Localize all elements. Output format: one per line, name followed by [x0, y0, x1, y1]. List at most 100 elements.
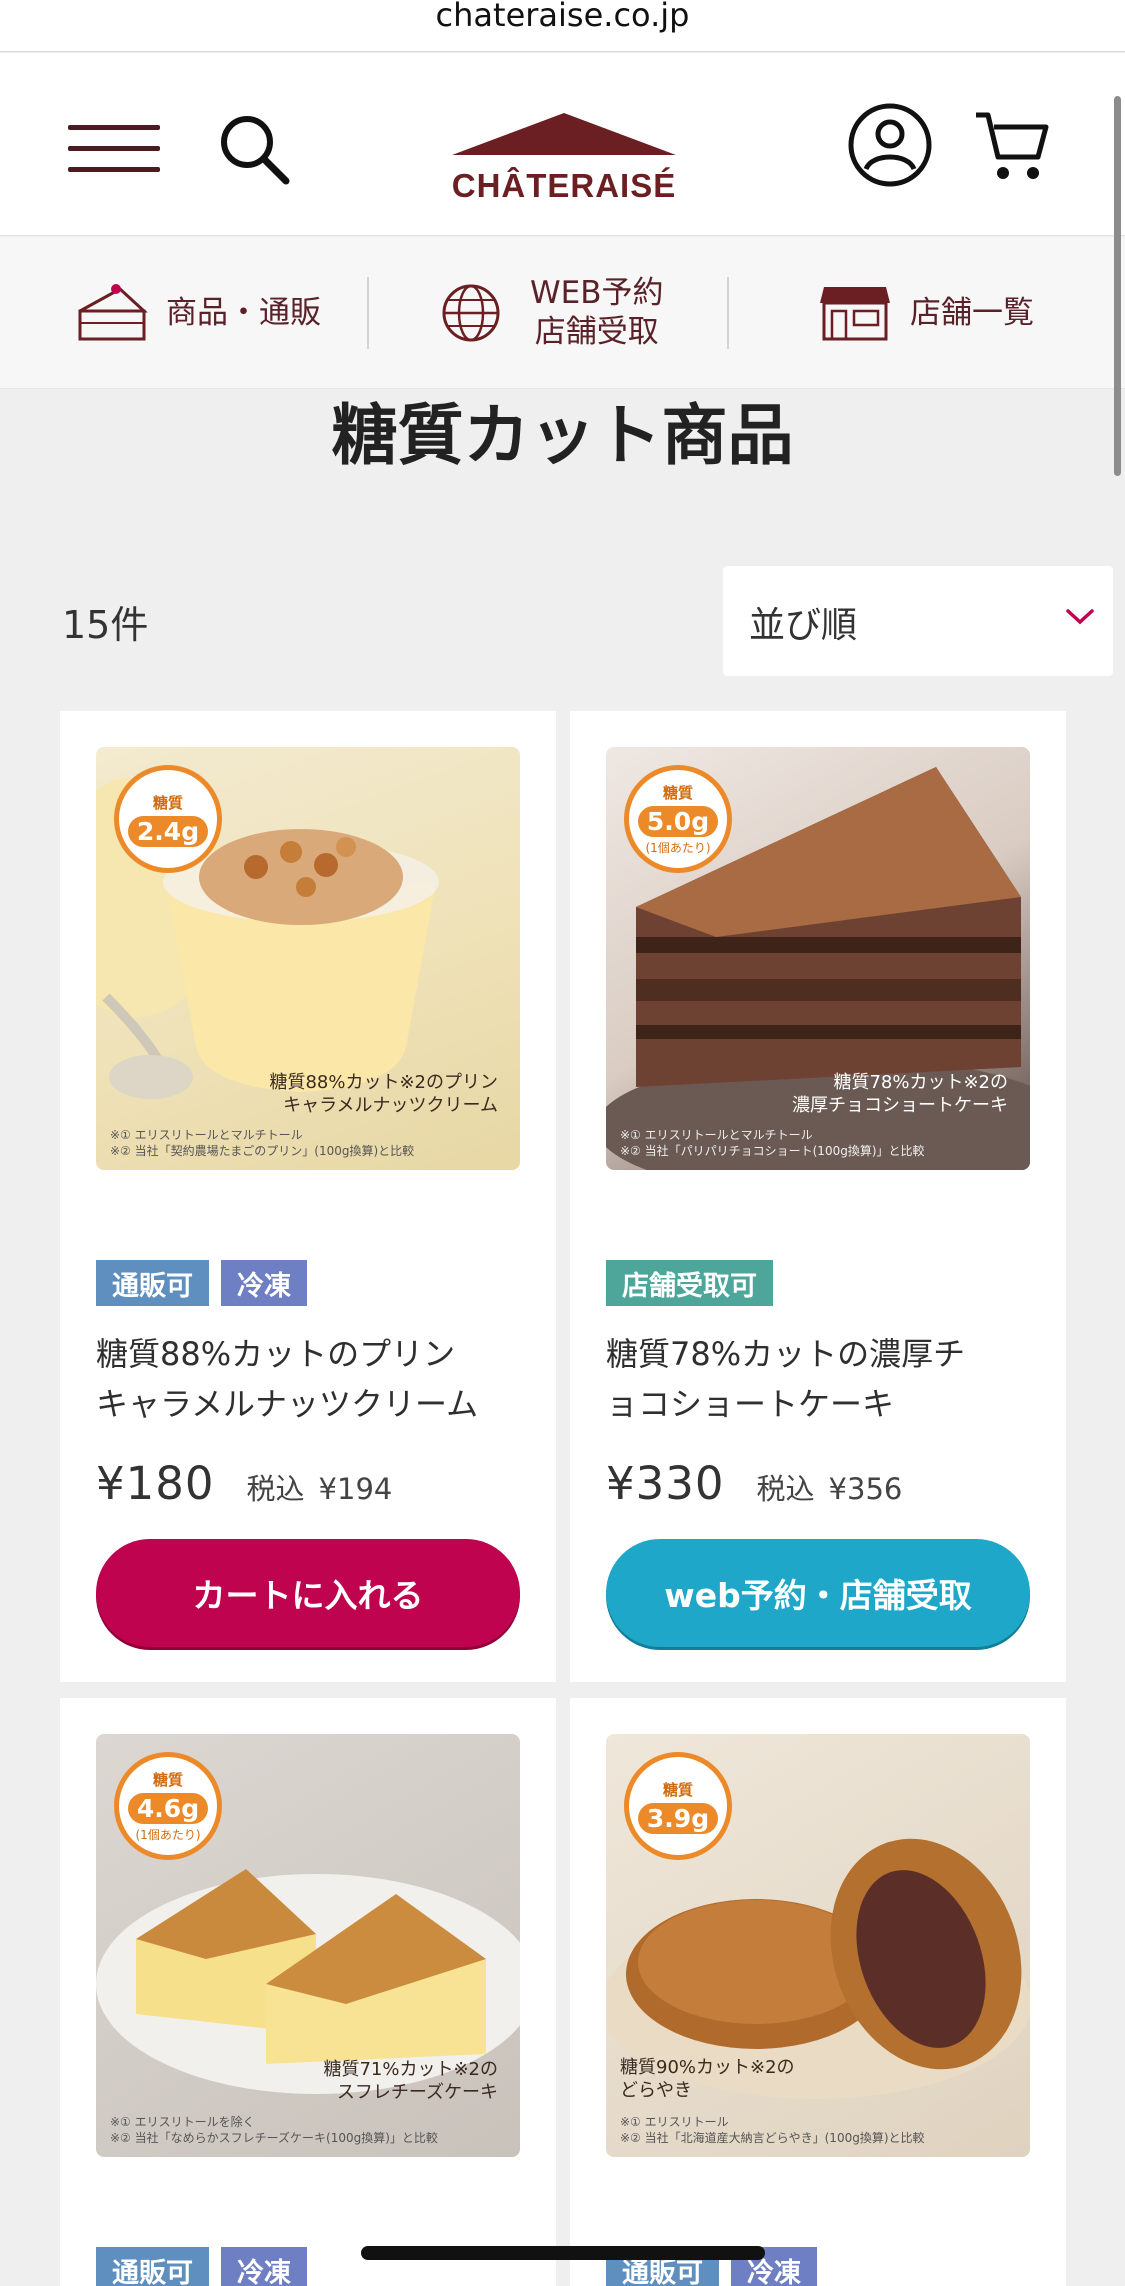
badge-sub: (1個あたり) [135, 1828, 201, 1842]
product-card: 糖質 5.0g (1個あたり) 糖質78%カット※2の 濃厚チョコショートケーキ… [570, 711, 1066, 1682]
nav-label-products: 商品・通販 [166, 294, 321, 331]
product-image[interactable]: 糖質 2.4g 糖質88%カット※2のプリン キャラメルナッツクリーム ※① エ… [96, 747, 520, 1170]
image-note-line: ※② 当社「北海道産大納言どらやき」(100g換算)と比較 [620, 2131, 925, 2146]
tax-price: ¥194 [318, 1472, 393, 1506]
nav-item-stores[interactable]: 店舗一覧 [818, 237, 1034, 389]
nav-divider [727, 277, 729, 349]
tag-frozen: 冷凍 [221, 1260, 307, 1306]
chevron-down-icon [1066, 609, 1094, 625]
url-text: chateraise.co.jp [435, 0, 690, 34]
badge-value: 4.6g [127, 1793, 209, 1824]
badge-sub: (1個あたり) [645, 841, 711, 855]
image-caption-line: 糖質88%カット※2のプリン [269, 1072, 498, 1093]
image-caption: 糖質90%カット※2の どらやき [620, 2056, 795, 2103]
nav-item-web-reserve[interactable]: WEB予約 店舗受取 [440, 237, 664, 389]
tag-mail-order: 通販可 [96, 2247, 209, 2286]
image-caption-line: どらやき [620, 2080, 692, 2102]
url-bar[interactable]: chateraise.co.jp [0, 0, 1125, 52]
product-name-line: ョコショートケーキ [606, 1385, 895, 1423]
image-note-line: ※② 当社「契約農場たまごのプリン」(100g換算)と比較 [110, 1144, 415, 1159]
cake-icon [78, 284, 148, 341]
product-image[interactable]: 糖質 5.0g (1個あたり) 糖質78%カット※2の 濃厚チョコショートケーキ… [606, 747, 1030, 1170]
image-caption-line: 濃厚チョコショートケーキ [792, 1095, 1008, 1117]
add-to-cart-button[interactable]: カートに入れる [96, 1539, 520, 1647]
image-caption-line: 糖質71%カット※2の [323, 2059, 498, 2080]
result-count: 15件 [62, 603, 149, 647]
price-row: ¥180 税込 ¥194 [96, 1457, 392, 1510]
image-note: ※① エリスリトールを除く ※② 当社「なめらかスフレチーズケーキ(100g換算… [110, 2114, 438, 2146]
tag-store-pickup: 店舗受取可 [606, 1260, 773, 1306]
cart-icon[interactable] [972, 107, 1052, 185]
badge-label: 糖質 [662, 1780, 693, 1799]
account-icon[interactable] [846, 101, 934, 189]
image-note: ※① エリスリトールとマルチトール ※② 当社「パリパリチョコショート(100g… [620, 1127, 925, 1159]
nav-label-line2: 店舗受取 [534, 314, 659, 350]
product-name-line: 糖質88%カットのプリン [96, 1335, 456, 1373]
image-caption: 糖質71%カット※2の スフレチーズケーキ [323, 2058, 498, 2105]
globe-icon [442, 284, 500, 342]
image-note-line: ※① エリスリトール [620, 2115, 729, 2129]
scrollbar[interactable] [1114, 96, 1121, 476]
product-name-line: 糖質78%カットの濃厚チ [606, 1335, 966, 1373]
image-note: ※① エリスリトール ※② 当社「北海道産大納言どらやき」(100g換算)と比較 [620, 2114, 925, 2146]
sugar-badge: 糖質 2.4g [114, 765, 222, 873]
sugar-badge: 糖質 4.6g (1個あたり) [114, 1752, 222, 1860]
nav-label-stores: 店舗一覧 [910, 294, 1034, 331]
badge-label: 糖質 [152, 1771, 183, 1789]
image-caption-line: キャラメルナッツクリーム [283, 1095, 498, 1117]
image-caption: 糖質78%カット※2の 濃厚チョコショートケーキ [792, 1071, 1008, 1118]
tag-frozen: 冷凍 [221, 2247, 307, 2286]
image-caption: 糖質88%カット※2のプリン キャラメルナッツクリーム [269, 1071, 498, 1118]
nav-label-web-reserve: WEB予約 店舗受取 [530, 274, 664, 352]
tag-list: 店舗受取可 [606, 1260, 773, 1306]
price-row: ¥330 税込 ¥356 [606, 1457, 902, 1510]
tax-label: 税込 [246, 1472, 305, 1506]
search-icon[interactable] [214, 109, 294, 189]
product-name-line: キャラメルナッツクリーム [96, 1385, 479, 1423]
sort-label: 並び順 [749, 605, 858, 646]
image-note-line: ※② 当社「パリパリチョコショート(100g換算)」と比較 [620, 1144, 925, 1159]
image-note-line: ※① エリスリトールとマルチトール [620, 1128, 813, 1142]
nav-label-line1: WEB予約 [530, 275, 664, 312]
tag-list: 通販可 冷凍 [96, 2247, 307, 2286]
site-header: CHÂTERAISÉ [0, 53, 1125, 236]
store-icon [820, 287, 890, 341]
tag-list: 通販可 冷凍 [96, 1260, 307, 1306]
nav-item-products[interactable]: 商品・通販 [76, 237, 321, 389]
hamburger-menu-icon[interactable] [68, 125, 160, 173]
badge-label: 糖質 [152, 793, 183, 812]
badge-label: 糖質 [662, 784, 693, 802]
tax-price: ¥356 [828, 1472, 903, 1506]
sugar-badge: 糖質 3.9g [624, 1752, 732, 1860]
product-image[interactable]: 糖質 4.6g (1個あたり) 糖質71%カット※2の スフレチーズケーキ ※①… [96, 1734, 520, 2157]
price: ¥330 [606, 1457, 725, 1510]
sugar-badge: 糖質 5.0g (1個あたり) [624, 765, 732, 873]
price: ¥180 [96, 1457, 215, 1510]
sort-dropdown[interactable]: 並び順 [723, 566, 1113, 676]
logo-text: CHÂTERAISÉ [451, 167, 677, 204]
image-note: ※① エリスリトールとマルチトール ※② 当社「契約農場たまごのプリン」(100… [110, 1127, 414, 1159]
image-note-line: ※① エリスリトールとマルチトール [110, 1128, 303, 1142]
badge-value: 2.4g [127, 815, 209, 847]
chateraise-logo[interactable]: CHÂTERAISÉ [444, 111, 684, 204]
product-name[interactable]: 糖質88%カットのプリン キャラメルナッツクリーム [96, 1329, 536, 1429]
product-card: 糖質 3.9g 糖質90%カット※2の どらやき ※① エリスリトール ※② 当… [570, 1698, 1066, 2286]
tag-mail-order: 通販可 [96, 1260, 209, 1306]
image-caption-line: 糖質90%カット※2の [620, 2057, 795, 2078]
product-card: 糖質 2.4g 糖質88%カット※2のプリン キャラメルナッツクリーム ※① エ… [60, 711, 556, 1682]
product-name[interactable]: 糖質78%カットの濃厚チ ョコショートケーキ [606, 1329, 1046, 1429]
home-indicator[interactable] [361, 2246, 765, 2260]
web-reserve-button[interactable]: web予約・店舗受取 [606, 1539, 1030, 1647]
page-title: 糖質カット商品 [331, 396, 794, 474]
product-image[interactable]: 糖質 3.9g 糖質90%カット※2の どらやき ※① エリスリトール ※② 当… [606, 1734, 1030, 2157]
image-note-line: ※① エリスリトールを除く [110, 2115, 255, 2129]
image-note-line: ※② 当社「なめらかスフレチーズケーキ(100g換算)」と比較 [110, 2131, 438, 2146]
badge-value: 5.0g [637, 806, 719, 837]
category-nav: 商品・通販 WEB予約 店舗受取 店舗一覧 [0, 237, 1125, 389]
product-card: 糖質 4.6g (1個あたり) 糖質71%カット※2の スフレチーズケーキ ※①… [60, 1698, 556, 2286]
tax-label: 税込 [756, 1472, 815, 1506]
nav-divider [367, 277, 369, 349]
image-caption-line: スフレチーズケーキ [336, 2082, 498, 2104]
image-caption-line: 糖質78%カット※2の [833, 1072, 1008, 1093]
badge-value: 3.9g [637, 1802, 719, 1834]
